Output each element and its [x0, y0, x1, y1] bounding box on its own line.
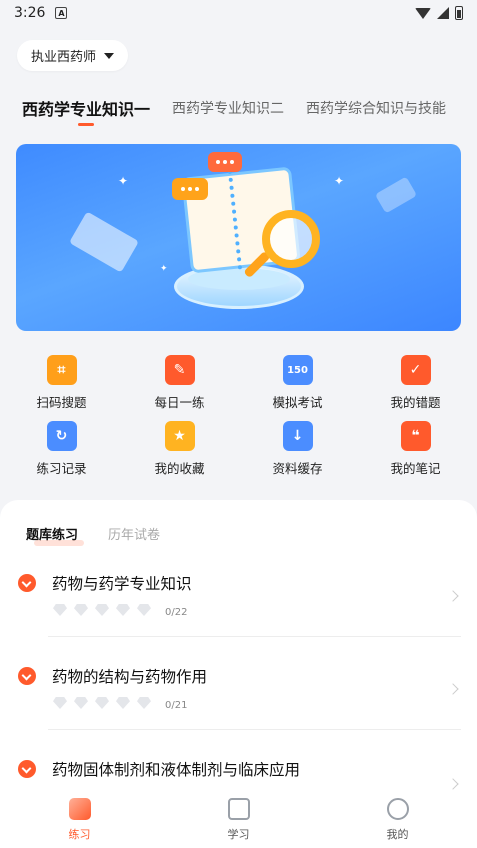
- grid-label: 我的笔记: [390, 461, 441, 476]
- grid-label: 模拟考试: [272, 395, 323, 410]
- mock-exam-icon: 150: [282, 355, 313, 385]
- diamond-rating: [53, 604, 151, 616]
- scan-icon: ⌗: [46, 355, 77, 385]
- promo-banner[interactable]: ✦ ✦ ✦: [16, 144, 461, 331]
- chapter-title: 药物的结构与药物作用: [52, 668, 208, 686]
- status-indicators: [415, 6, 463, 20]
- diamond-icon: [53, 697, 67, 709]
- wrong-questions-icon: ✓: [400, 355, 431, 385]
- profile-nav-icon: [386, 798, 409, 820]
- grid-item-favorites[interactable]: ★ 我的收藏: [120, 421, 239, 477]
- diamond-icon: [95, 604, 109, 616]
- daily-practice-icon: ✎: [164, 355, 195, 385]
- grid-item-daily-practice[interactable]: ✎ 每日一练: [120, 355, 239, 411]
- chapter-title: 药物与药学专业知识: [52, 575, 192, 593]
- floating-paper-illustration: [69, 211, 139, 273]
- signal-icon: [437, 7, 449, 19]
- download-cache-icon: ↓: [282, 421, 313, 451]
- study-nav-icon: [227, 798, 250, 820]
- exam-selector-label: 执业西药师: [31, 50, 97, 65]
- sparkle-icon: ✦: [334, 174, 345, 188]
- grid-item-scan[interactable]: ⌗ 扫码搜题: [2, 355, 121, 411]
- nav-profile[interactable]: 我的: [318, 790, 477, 848]
- nav-label: 练习: [68, 828, 91, 841]
- grid-item-wrong-questions[interactable]: ✓ 我的错题: [356, 355, 475, 411]
- chevron-right-icon: [447, 683, 459, 695]
- nav-label: 我的: [386, 828, 409, 841]
- diamond-icon: [74, 604, 88, 616]
- bottom-nav: 练习 学习 我的: [0, 790, 477, 848]
- diamond-icon: [116, 697, 130, 709]
- expand-toggle-icon[interactable]: [18, 574, 36, 592]
- tab-past-papers[interactable]: 历年试卷: [108, 524, 160, 543]
- expand-toggle-icon[interactable]: [18, 667, 36, 685]
- grid-item-practice-record[interactable]: ↻ 练习记录: [2, 421, 121, 477]
- favorites-icon: ★: [164, 421, 195, 451]
- tab-question-bank[interactable]: 题库练习: [26, 524, 85, 546]
- chapter-item[interactable]: 药物与药学专业知识 0/22: [0, 572, 477, 665]
- practice-record-icon: ↻: [46, 421, 77, 451]
- grid-label: 我的错题: [390, 395, 441, 410]
- chevron-right-icon: [447, 778, 459, 790]
- nav-label: 学习: [227, 828, 250, 841]
- tab-subject-2[interactable]: 西药学专业知识二: [172, 98, 284, 118]
- caret-down-icon: [104, 52, 115, 59]
- grid-item-download-cache[interactable]: ↓ 资料缓存: [238, 421, 357, 477]
- tab-label: 西药学综合知识与技能: [306, 101, 447, 117]
- practice-tabs: 题库练习 历年试卷: [26, 524, 160, 546]
- diamond-icon: [116, 604, 130, 616]
- grid-item-mock-exam[interactable]: 150 模拟考试: [238, 355, 357, 411]
- exam-selector[interactable]: 执业西药师: [17, 40, 129, 71]
- status-bar: 3:26 A: [0, 0, 477, 26]
- chapter-progress: 0/22: [165, 607, 188, 618]
- diamond-icon: [137, 604, 151, 616]
- nav-study[interactable]: 学习: [159, 790, 318, 848]
- notes-icon: ❝: [400, 421, 431, 451]
- battery-icon: [455, 6, 463, 20]
- tab-label: 西药学专业知识一: [22, 100, 151, 119]
- grid-label: 每日一练: [154, 395, 205, 410]
- notification-icon: A: [55, 7, 68, 19]
- wifi-icon: [415, 7, 431, 19]
- chat-bubble-icon: [172, 178, 208, 200]
- diamond-icon: [95, 697, 109, 709]
- chat-bubble-icon: [208, 152, 242, 172]
- diamond-rating: [53, 697, 151, 709]
- tab-subject-1[interactable]: 西药学专业知识一: [22, 96, 151, 126]
- chevron-right-icon: [447, 590, 459, 602]
- sparkle-icon: ✦: [118, 174, 129, 188]
- tab-label: 西药学专业知识二: [172, 101, 285, 117]
- magnifier-icon: [262, 210, 320, 268]
- practice-nav-icon: [68, 798, 91, 820]
- chapter-item[interactable]: 药物的结构与药物作用 0/21: [0, 665, 477, 758]
- grid-label: 我的收藏: [154, 461, 205, 476]
- grid-label: 练习记录: [36, 461, 87, 476]
- status-time: 3:26: [14, 5, 46, 21]
- subject-tabs: 西药学专业知识一 西药学专业知识二 西药学综合知识与技能: [22, 96, 468, 126]
- grid-item-notes[interactable]: ❝ 我的笔记: [356, 421, 475, 477]
- diamond-icon: [53, 604, 67, 616]
- chapter-progress: 0/21: [165, 700, 188, 711]
- divider: [48, 729, 461, 730]
- diamond-icon: [137, 697, 151, 709]
- active-tab-indicator: [78, 123, 94, 126]
- chapter-title: 药物固体制剂和液体制剂与临床应用: [52, 761, 301, 779]
- divider: [48, 636, 461, 637]
- grid-label: 扫码搜题: [36, 395, 87, 410]
- floating-paper-illustration: [374, 176, 418, 214]
- tab-subject-3[interactable]: 西药学综合知识与技能: [306, 98, 446, 118]
- nav-practice[interactable]: 练习: [0, 790, 159, 848]
- expand-toggle-icon[interactable]: [18, 760, 36, 778]
- sparkle-icon: ✦: [160, 264, 168, 274]
- grid-label: 资料缓存: [272, 461, 323, 476]
- diamond-icon: [74, 697, 88, 709]
